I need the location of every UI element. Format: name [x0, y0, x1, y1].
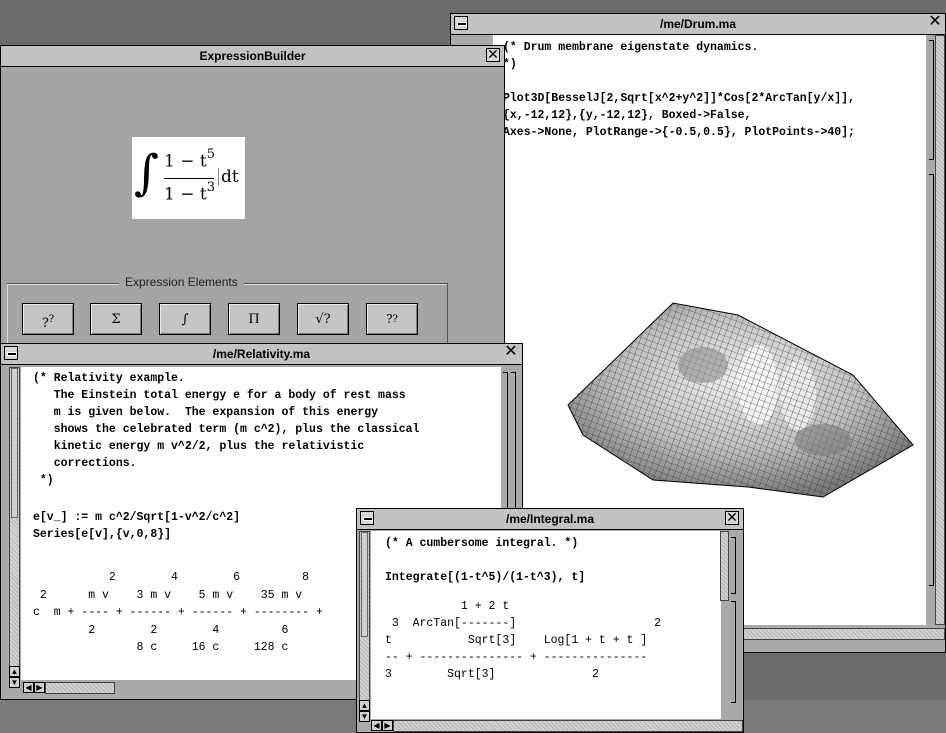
integral-scroll-left-arrow[interactable]: ◀ — [371, 720, 382, 731]
integral-scroll-up-arrow[interactable]: ▲ — [359, 700, 370, 711]
drum-window-menu-button[interactable] — [454, 16, 468, 30]
drum-code: (* Drum membrane eigenstate dynamics. *)… — [503, 41, 855, 139]
integral-window: /me/Integral.ma ✕ ▲ ▼ ◀ ▶ (* A cumbersom… — [356, 508, 744, 733]
placeholder-subscript-sub: ? — [392, 313, 398, 325]
expression-builder-window: ExpressionBuilder ✕ ∫ 1 − t5 1 − t3 dt E… — [0, 45, 505, 360]
expression-preview[interactable]: ∫ 1 − t5 1 − t3 dt — [132, 137, 245, 219]
drum-close-button[interactable]: ✕ — [928, 14, 942, 30]
sqrt-button[interactable]: √? — [297, 303, 349, 335]
relativity-scroll-right-arrow[interactable]: ▶ — [34, 682, 45, 693]
integral-right-scrollbar[interactable] — [720, 531, 729, 601]
expression-builder-title: ExpressionBuilder — [199, 49, 306, 63]
integral-title: /me/Integral.ma — [505, 512, 595, 526]
relativity-scroll-thumb[interactable] — [11, 368, 18, 518]
fraction-bar — [164, 178, 214, 179]
relativity-horizontal-scrollbar[interactable] — [45, 682, 115, 694]
relativity-scroll-down-arrow[interactable]: ▼ — [9, 677, 20, 688]
relativity-output-cell: 2 4 6 8 2 m v 3 m v 5 m v 35 m v c m + -… — [33, 571, 323, 654]
drum-3d-plot — [567, 302, 914, 498]
integral-title-bar[interactable]: /me/Integral.ma — [357, 509, 743, 530]
drum-cell-bracket-1[interactable] — [929, 40, 934, 160]
expression-builder-title-bar[interactable]: ExpressionBuilder — [1, 46, 504, 67]
denominator-base: 1 − t — [164, 184, 207, 205]
integral-vertical-scrollbar[interactable] — [359, 531, 370, 701]
drum-title: /me/Drum.ma — [659, 17, 737, 31]
integral-window-menu-button[interactable] — [360, 511, 374, 525]
expression-elements-label: Expression Elements — [119, 275, 244, 289]
differential: dt — [221, 167, 239, 187]
drum-cell-bracket-2[interactable] — [929, 174, 934, 586]
integral-close-button[interactable]: ✕ — [725, 510, 739, 525]
fraction-numerator: 1 − t5 — [164, 147, 215, 172]
integral-input-cell: Integrate[(1-t^5)/(1-t^3), t] — [385, 571, 586, 584]
relativity-close-button[interactable]: ✕ — [504, 344, 518, 360]
product-button[interactable]: Π — [228, 303, 280, 335]
numerator-exponent: 5 — [206, 147, 215, 162]
placeholder-power-button[interactable]: ?? — [22, 303, 74, 335]
integral-scroll-right-arrow[interactable]: ▶ — [382, 720, 393, 731]
integral-notebook: (* A cumbersome integral. *) Integrate[(… — [371, 531, 721, 719]
relativity-comment-cell: (* Relativity example. The Einstein tota… — [33, 372, 420, 487]
fraction-denominator: 1 − t3 — [164, 180, 215, 205]
integral-cell-bracket-1[interactable] — [731, 537, 736, 594]
denominator-exponent: 3 — [206, 180, 215, 195]
integral-comment-cell: (* A cumbersome integral. *) — [385, 537, 579, 550]
drum-title-bar[interactable]: /me/Drum.ma — [451, 14, 945, 35]
expression-builder-close-button[interactable]: ✕ — [486, 47, 500, 62]
relativity-input-cell: e[v_] := m c^2/Sqrt[1-v^2/c^2] Series[e[… — [33, 511, 241, 541]
placeholder-power-sup: ? — [48, 313, 55, 325]
drum-vertical-scrollbar[interactable] — [935, 35, 945, 625]
integral-sign: ∫ — [134, 145, 160, 201]
relativity-scroll-left-arrow[interactable]: ◀ — [23, 682, 34, 693]
numerator-base: 1 − t — [164, 151, 207, 172]
integral-button[interactable]: ∫ — [159, 303, 211, 335]
relativity-title: /me/Relativity.ma — [212, 347, 311, 361]
relativity-scroll-up-arrow[interactable]: ▲ — [9, 666, 20, 677]
integral-horizontal-scrollbar[interactable] — [393, 720, 743, 732]
relativity-window-menu-button[interactable] — [4, 346, 18, 360]
sum-button[interactable]: Σ — [90, 303, 142, 335]
integral-scroll-thumb[interactable] — [361, 532, 368, 637]
relativity-vertical-scrollbar[interactable] — [9, 367, 20, 667]
integral-cell-bracket-2[interactable] — [731, 601, 736, 703]
integral-output-cell: 1 + 2 t 3 ArcTan[-------] 2 t Sqrt[3] Lo… — [385, 600, 662, 681]
cursor-marker — [218, 168, 219, 186]
placeholder-subscript-button[interactable]: ?? — [366, 303, 418, 335]
relativity-title-bar[interactable]: /me/Relativity.ma — [1, 344, 522, 365]
integral-scroll-down-arrow[interactable]: ▼ — [359, 711, 370, 722]
